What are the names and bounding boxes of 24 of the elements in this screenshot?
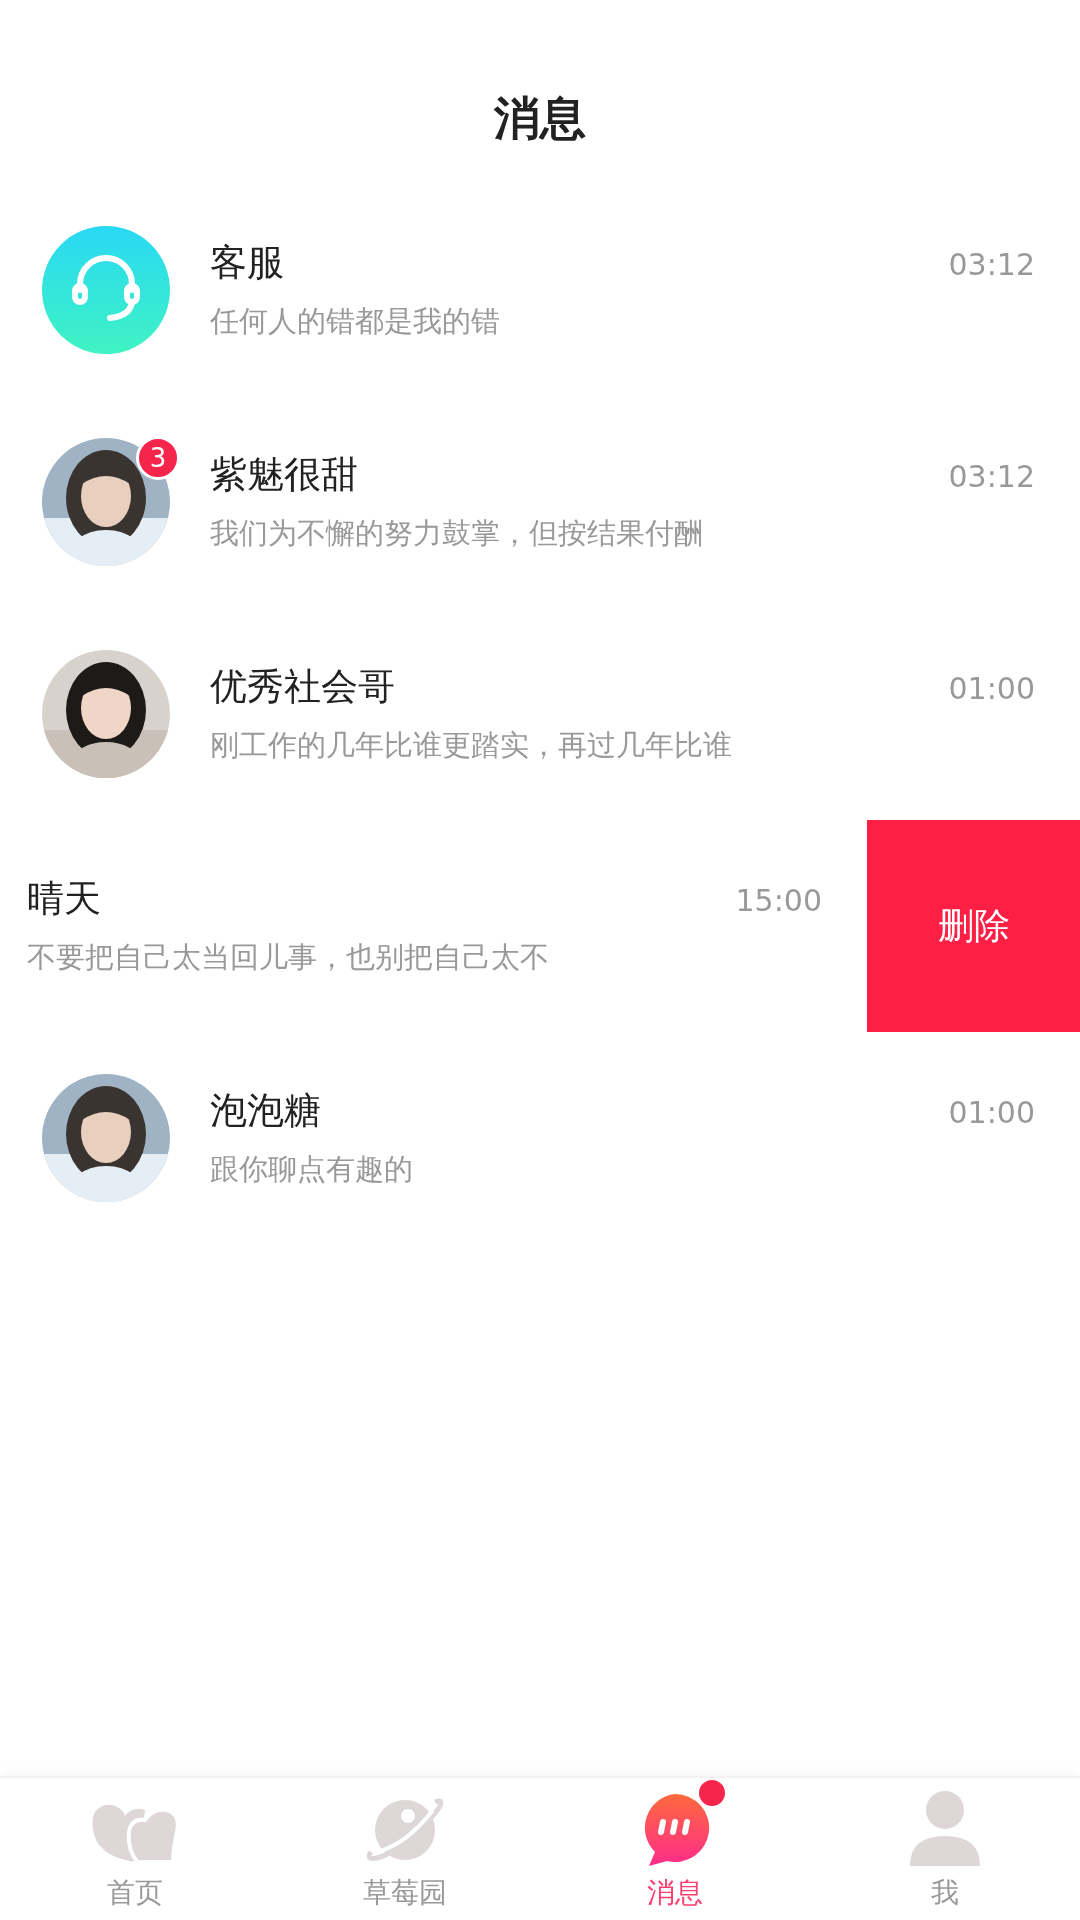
unread-badge: 3	[136, 436, 180, 480]
delete-button[interactable]: 删除	[867, 820, 1080, 1032]
tab[interactable]: 我	[810, 1778, 1080, 1920]
tab[interactable]: 草莓园	[270, 1778, 540, 1920]
contact-name: 晴天	[27, 876, 101, 922]
message-time: 01:00	[948, 671, 1035, 706]
message-time: 03:12	[948, 459, 1035, 494]
contact-name: 客服	[210, 240, 284, 286]
message-preview: 跟你聊点有趣的	[210, 1151, 414, 1188]
message-time: 03:12	[948, 247, 1035, 282]
message-time: 15:00	[735, 883, 822, 918]
page-title: 消息	[494, 90, 586, 147]
tab[interactable]: 消息	[540, 1778, 810, 1920]
message-time: 01:00	[948, 1095, 1035, 1130]
contact-name: 紫魅很甜	[210, 452, 358, 498]
contact-name: 泡泡糖	[210, 1088, 321, 1134]
message-preview: 不要把自己太当回儿事，也别把自己太不	[27, 939, 550, 976]
contact-name: 优秀社会哥	[210, 664, 395, 710]
message-preview: 我们为不懈的努力鼓掌，但按结果付酬	[210, 515, 704, 552]
message-preview: 刚工作的几年比谁更踏实，再过几年比谁	[210, 727, 733, 764]
headset-icon	[42, 226, 170, 354]
tab[interactable]: 首页	[0, 1778, 270, 1920]
person-icon	[908, 1790, 982, 1866]
message-preview: 任何人的错都是我的错	[210, 303, 501, 340]
